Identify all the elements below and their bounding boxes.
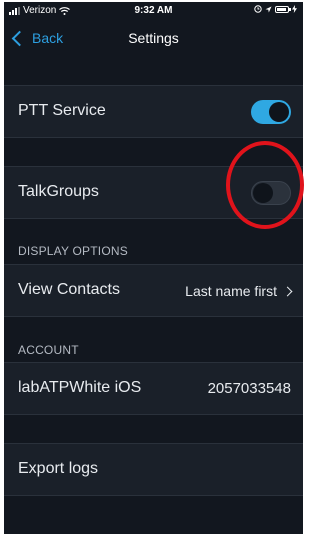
account-header: ACCOUNT	[18, 343, 79, 357]
location-icon	[265, 6, 272, 12]
export-logs-row[interactable]: Export logs	[4, 443, 303, 496]
account-name-label: labATPWhite iOS	[18, 379, 142, 396]
talkgroups-label: TalkGroups	[18, 183, 99, 200]
charging-icon	[292, 5, 297, 13]
ptt-service-row: PTT Service	[4, 85, 303, 138]
chevron-right-icon	[282, 286, 293, 296]
view-contacts-value: Last name first	[185, 283, 293, 299]
talkgroups-toggle[interactable]	[251, 181, 291, 205]
view-contacts-row[interactable]: View Contacts Last name first	[4, 264, 303, 317]
talkgroups-row: TalkGroups	[4, 166, 303, 219]
export-logs-label: Export logs	[18, 460, 99, 477]
navigation-bar: Back Settings	[4, 20, 303, 56]
page-title: Settings	[128, 30, 179, 46]
view-contacts-label: View Contacts	[18, 281, 120, 298]
alarm-icon	[254, 5, 262, 13]
battery-icon	[275, 5, 291, 13]
status-right	[254, 5, 297, 13]
view-contacts-value-text: Last name first	[185, 283, 277, 299]
ptt-service-toggle[interactable]	[251, 100, 291, 124]
display-options-header: DISPLAY OPTIONS	[18, 244, 128, 258]
settings-screen: Verizon 9:32 AM Back Settings PTT Servic…	[4, 2, 303, 534]
status-bar: Verizon 9:32 AM	[4, 2, 303, 20]
toggle-knob	[269, 102, 289, 122]
ptt-service-label: PTT Service	[18, 102, 106, 119]
toggle-knob	[253, 183, 273, 203]
account-row: labATPWhite iOS 2057033548	[4, 362, 303, 415]
account-number-value: 2057033548	[207, 380, 291, 397]
